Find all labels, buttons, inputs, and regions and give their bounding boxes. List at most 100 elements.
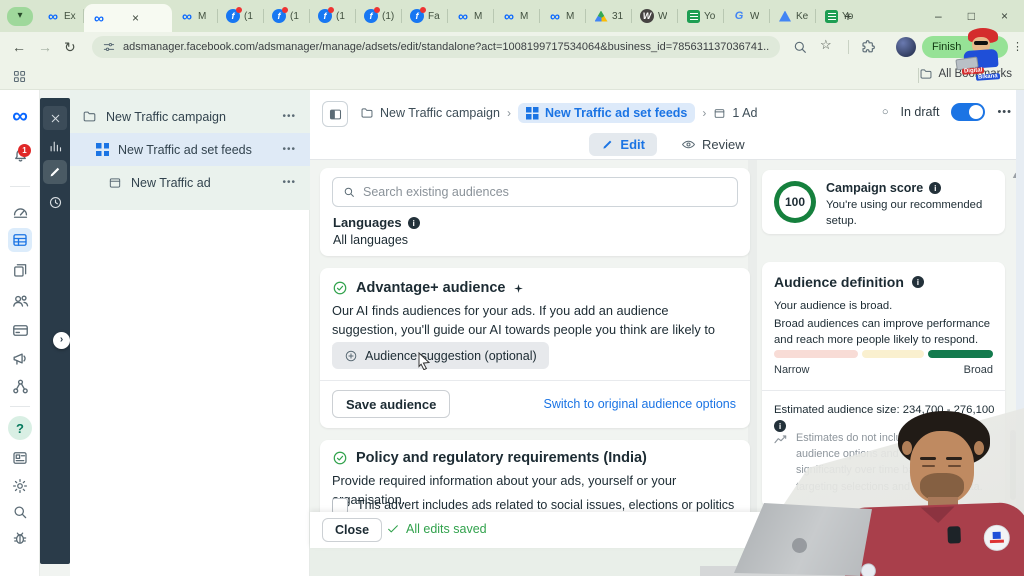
facebook-icon: f xyxy=(364,7,380,23)
url-text: adsmanager.facebook.com/adsmanager/manag… xyxy=(122,41,770,53)
info-icon[interactable] xyxy=(929,182,942,194)
notification-dot xyxy=(374,7,380,13)
breadcrumb: New Traffic campaign › New Traffic ad se… xyxy=(360,103,757,123)
notification-dot xyxy=(328,7,334,13)
site-info-icon[interactable] xyxy=(102,40,116,54)
performance-chart-icon[interactable] xyxy=(43,134,67,158)
audience-suggestion-button[interactable]: Audience suggestion (optional) xyxy=(332,342,549,369)
browser-tab[interactable]: f (1) xyxy=(356,0,402,32)
browser-tab[interactable]: f Fa xyxy=(402,0,448,32)
bookmark-star-icon[interactable]: ☆ xyxy=(820,37,836,53)
settings-gear-icon[interactable] xyxy=(8,474,32,498)
browser-tab[interactable]: ∞ Ex xyxy=(38,0,84,32)
meter-broad-segment xyxy=(928,350,993,358)
meta-logo[interactable]: ∞ xyxy=(8,103,32,128)
browser-tab[interactable]: 31 xyxy=(586,0,632,32)
google-drive-icon xyxy=(594,10,608,22)
browser-tab[interactable]: f (1 xyxy=(264,0,310,32)
search-icon[interactable] xyxy=(8,500,32,524)
browser-tab[interactable]: f (1 xyxy=(310,0,356,32)
zoom-icon[interactable] xyxy=(792,39,808,55)
history-clock-icon[interactable] xyxy=(43,190,67,214)
tab-edit[interactable]: Edit xyxy=(589,132,657,156)
expand-panel-chevron[interactable]: › xyxy=(53,332,70,349)
row-menu-icon[interactable]: ••• xyxy=(282,111,296,122)
collapse-sidebar-button[interactable] xyxy=(322,101,348,127)
audience-search[interactable] xyxy=(332,177,738,207)
browser-menu-icon[interactable]: ⋮ xyxy=(1012,40,1023,53)
facebook-icon: f xyxy=(272,7,288,23)
minimize-button[interactable]: – xyxy=(935,9,942,23)
browser-tab[interactable]: ∞ M xyxy=(540,0,586,32)
browser-tab[interactable]: ∞ M xyxy=(448,0,494,32)
campaigns-icon-selected[interactable] xyxy=(8,228,32,252)
browser-tab[interactable]: Yo xyxy=(678,0,724,32)
row-menu-icon[interactable]: ••• xyxy=(282,177,296,188)
check-circle-icon xyxy=(333,451,347,465)
scale-broad-label: Broad xyxy=(963,364,993,376)
switch-audience-options-link[interactable]: Switch to original audience options xyxy=(544,397,736,411)
profile-avatar[interactable] xyxy=(896,37,916,57)
info-icon[interactable] xyxy=(774,420,786,433)
meta-icon: ∞ xyxy=(94,10,104,26)
browser-tab[interactable]: Ke xyxy=(770,0,816,32)
tree-item-campaign[interactable]: New Traffic campaign ••• xyxy=(70,100,310,133)
lapel-mic xyxy=(947,526,961,544)
billing-icon[interactable] xyxy=(8,318,32,342)
tab-close-icon[interactable]: × xyxy=(132,11,139,25)
window-close-button[interactable]: × xyxy=(1001,9,1008,23)
help-icon[interactable]: ? xyxy=(8,416,32,440)
events-manager-icon[interactable] xyxy=(8,446,32,470)
close-editor-icon[interactable] xyxy=(43,106,67,130)
channel-sticker: Digital Bikana xyxy=(948,28,1010,84)
ads-reporting-icon[interactable] xyxy=(8,258,32,282)
business-assets-icon[interactable] xyxy=(8,374,32,398)
browser-tab[interactable]: ∞ M xyxy=(494,0,540,32)
folder-icon xyxy=(920,69,931,79)
forward-button[interactable]: → xyxy=(38,39,52,55)
back-button[interactable]: ← xyxy=(12,39,26,55)
browser-tab[interactable]: GW xyxy=(724,0,770,32)
adset-grid-icon xyxy=(96,143,109,156)
breadcrumb-ad[interactable]: 1 Ad xyxy=(713,106,757,120)
draft-publish-toggle[interactable] xyxy=(951,103,986,121)
notification-badge: 1 xyxy=(18,144,31,157)
breadcrumb-adset-selected[interactable]: New Traffic ad set feeds xyxy=(517,103,696,123)
draft-status-icon: ○ xyxy=(881,106,889,118)
shirt-logo-patch xyxy=(983,524,1011,552)
header-menu-icon[interactable]: ••• xyxy=(997,106,1012,118)
close-button[interactable]: Close xyxy=(322,518,383,542)
row-menu-icon[interactable]: ••• xyxy=(282,144,296,155)
browser-tab[interactable]: ∞ M xyxy=(172,0,218,32)
tree-item-ad[interactable]: New Traffic ad ••• xyxy=(70,166,310,199)
reload-button[interactable]: ↻ xyxy=(64,39,76,56)
score-ring: 100 xyxy=(774,181,816,223)
save-audience-button[interactable]: Save audience xyxy=(332,390,451,418)
account-overview-icon[interactable] xyxy=(8,200,32,224)
info-icon[interactable] xyxy=(407,216,420,229)
apps-grid-icon[interactable] xyxy=(12,69,27,84)
tab-search-button[interactable]: ▾ xyxy=(7,7,33,26)
report-bug-icon[interactable] xyxy=(8,526,32,550)
new-tab-button[interactable]: + xyxy=(838,6,858,26)
browser-tab[interactable]: WW xyxy=(632,0,678,32)
search-icon xyxy=(344,187,354,197)
audiences-icon[interactable] xyxy=(8,288,32,312)
browser-tab[interactable]: f (1 xyxy=(218,0,264,32)
tab-review[interactable]: Review xyxy=(681,137,745,152)
view-tabs: Edit Review xyxy=(310,128,1024,160)
ads-icon[interactable] xyxy=(8,346,32,370)
info-icon[interactable] xyxy=(911,276,924,288)
advantage-audience-card: Advantage+ audience Our AI finds audienc… xyxy=(320,268,750,428)
sticker-sunglasses xyxy=(974,41,988,45)
breadcrumb-campaign[interactable]: New Traffic campaign xyxy=(360,106,500,120)
audience-search-input[interactable] xyxy=(363,185,728,199)
tree-item-adset-selected[interactable]: New Traffic ad set feeds ••• xyxy=(70,133,310,166)
extensions-icon[interactable] xyxy=(860,39,876,55)
address-bar[interactable]: adsmanager.facebook.com/adsmanager/manag… xyxy=(92,36,780,58)
maximize-button[interactable]: □ xyxy=(968,9,975,23)
campaign-score-body: You're using our recommended setup. xyxy=(826,199,983,228)
browser-tab-active[interactable]: ∞ × xyxy=(84,4,172,32)
edit-pencil-icon[interactable] xyxy=(43,160,67,184)
audience-broad-status: Your audience is broad. xyxy=(774,300,893,312)
